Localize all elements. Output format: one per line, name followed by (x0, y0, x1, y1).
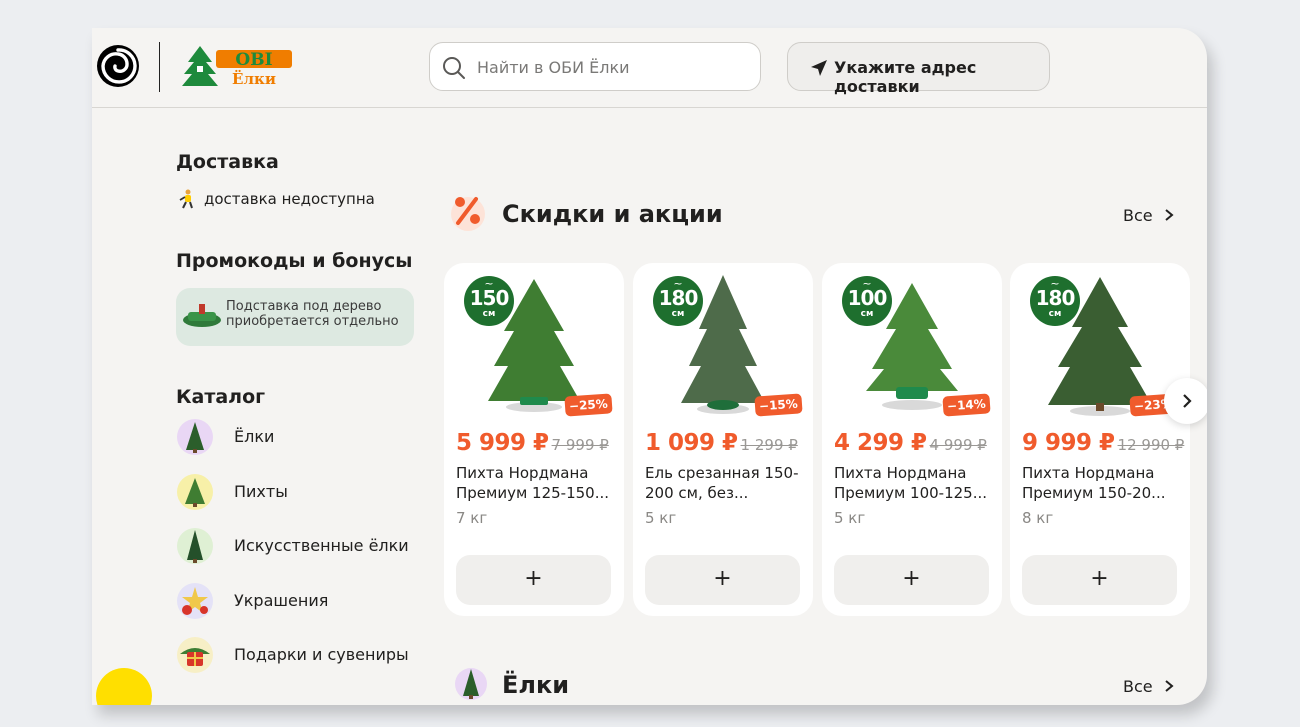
product-name[interactable]: Пихта Нордмана Премиум 125-150... (456, 463, 616, 503)
catalog-item-elki[interactable]: Ёлки (176, 416, 436, 460)
chevron-right-icon (1165, 209, 1174, 221)
add-to-cart-button[interactable]: + (456, 555, 611, 605)
product-name[interactable]: Ель срезанная 150- 200 см, без... (645, 463, 805, 503)
search-placeholder: Найти в ОБИ Ёлки (477, 58, 630, 77)
product-card[interactable]: ~ 100 см −14% 4 299 ₽4 999 ₽ Пихта Нордм… (822, 263, 1002, 616)
catalog-item-decorations[interactable]: Украшения (176, 580, 436, 624)
catalog-item-label: Искусственные ёлки (234, 536, 409, 555)
chevron-right-icon (1165, 680, 1174, 692)
location-arrow-icon (811, 60, 827, 76)
section-title-elki: Ёлки (502, 671, 570, 699)
product-card[interactable]: ~ 150 см −25% 5 999 ₽7 999 ₽ Пихта Нордм… (444, 263, 624, 616)
courier-icon (179, 189, 193, 209)
fir-tree-icon (177, 419, 213, 455)
artificial-tree-icon (177, 528, 213, 564)
all-link-label: Все (1123, 677, 1153, 696)
obi-elki-logo[interactable]: OBI Ёлки (180, 44, 296, 88)
catalog-item-label: Украшения (234, 591, 329, 610)
promo-card[interactable]: Подставка под дерево приобретается отдел… (176, 288, 414, 346)
catalog-item-label: Пихты (234, 482, 288, 501)
logo-divider (159, 42, 160, 92)
ornaments-icon (177, 583, 213, 619)
product-weight: 5 кг (834, 509, 866, 527)
app-window: OBI Ёлки Найти в ОБИ Ёлки Укажите адрес … (92, 28, 1207, 705)
price: 4 299 ₽ (834, 430, 927, 456)
add-to-cart-button[interactable]: + (834, 555, 989, 605)
product-name[interactable]: Пихта Нордмана Премиум 150-20... (1022, 463, 1182, 503)
discounts-all-link[interactable]: Все (1123, 206, 1174, 225)
logo-brand-text: OBI (235, 50, 272, 70)
product-card[interactable]: ~ 180 см −15% 1 099 ₽1 299 ₽ Ель срезанн… (633, 263, 813, 616)
size-badge: ~ 100 см (842, 276, 892, 326)
promo-text: Подставка под дерево приобретается отдел… (226, 299, 399, 329)
price-row: 4 299 ₽4 999 ₽ (834, 430, 987, 456)
discount-badge: −15% (754, 393, 803, 417)
catalog-heading: Каталог (176, 386, 266, 408)
delivery-address-button[interactable]: Укажите адрес доставки (787, 42, 1050, 96)
delivery-status: доставка недоступна (204, 190, 375, 208)
size-badge: ~ 180 см (1030, 276, 1080, 326)
carousel-next-button[interactable] (1164, 378, 1207, 424)
section-title-discounts: Скидки и акции (502, 200, 723, 228)
add-to-cart-button[interactable]: + (1022, 555, 1177, 605)
logo-sub-text: Ёлки (232, 69, 276, 88)
all-link-label: Все (1123, 206, 1153, 225)
size-badge: ~ 150 см (464, 276, 514, 326)
promo-heading: Промокоды и бонусы (176, 250, 413, 272)
chevron-right-icon (1183, 394, 1192, 408)
price: 1 099 ₽ (645, 430, 738, 456)
product-weight: 5 кг (645, 509, 677, 527)
support-chat-button[interactable] (96, 668, 152, 705)
catalog-item-label: Ёлки (234, 427, 275, 446)
discount-badge: −14% (942, 393, 991, 417)
old-price: 4 999 ₽ (929, 436, 987, 454)
fir-tree-icon (455, 668, 487, 700)
address-button-label: Укажите адрес доставки (834, 58, 977, 96)
product-name[interactable]: Пихта Нордмана Премиум 100-125... (834, 463, 994, 503)
tree-stand-icon (183, 304, 221, 327)
price: 9 999 ₽ (1022, 430, 1115, 456)
search-input[interactable]: Найти в ОБИ Ёлки (429, 42, 761, 91)
price-row: 9 999 ₽12 990 ₽ (1022, 430, 1184, 456)
gift-icon (177, 637, 213, 673)
yandex-eda-logo[interactable] (96, 42, 140, 90)
catalog-item-gifts[interactable]: Подарки и сувениры (176, 634, 436, 678)
delivery-heading: Доставка (176, 151, 279, 173)
price-row: 1 099 ₽1 299 ₽ (645, 430, 798, 456)
old-price: 12 990 ₽ (1117, 436, 1185, 454)
search-icon (443, 57, 465, 79)
discount-badge: −25% (564, 393, 613, 417)
size-badge: ~ 180 см (653, 276, 703, 326)
elki-all-link[interactable]: Все (1123, 677, 1174, 696)
product-card[interactable]: ~ 180 см −23% 9 999 ₽12 990 ₽ Пихта Норд… (1010, 263, 1190, 616)
top-header: OBI Ёлки Найти в ОБИ Ёлки Укажите адрес … (92, 28, 1207, 108)
price: 5 999 ₽ (456, 430, 549, 456)
product-weight: 7 кг (456, 509, 488, 527)
catalog-item-label: Подарки и сувениры (234, 645, 409, 664)
fir-tree-icon (177, 474, 213, 510)
catalog-item-artificial[interactable]: Искусственные ёлки (176, 525, 436, 569)
catalog-item-pikhty[interactable]: Пихты (176, 471, 436, 515)
old-price: 7 999 ₽ (551, 436, 609, 454)
percent-icon (451, 197, 485, 231)
add-to-cart-button[interactable]: + (645, 555, 800, 605)
product-weight: 8 кг (1022, 509, 1054, 527)
old-price: 1 299 ₽ (740, 436, 798, 454)
price-row: 5 999 ₽7 999 ₽ (456, 430, 609, 456)
